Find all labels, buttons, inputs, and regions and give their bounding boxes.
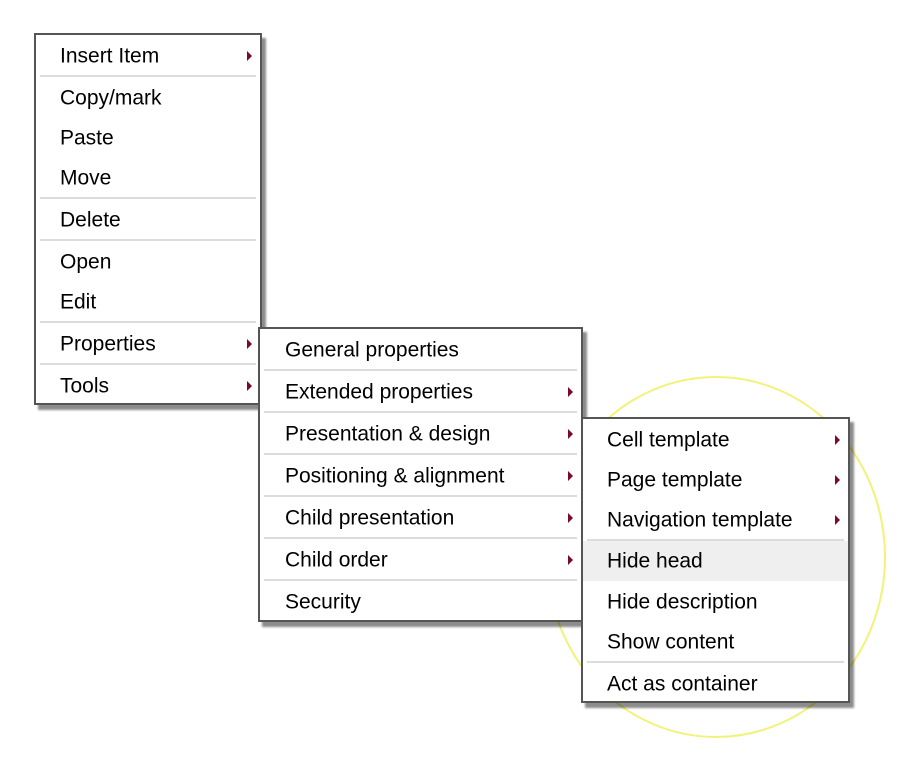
menu-item-copy-mark[interactable]: Copy/mark <box>36 79 260 117</box>
menu-item-page-template[interactable]: Page template <box>583 461 848 499</box>
menu-item-label: Page template <box>607 468 743 492</box>
menu-item-label: Insert Item <box>60 44 160 68</box>
menu-item-cell-template[interactable]: Cell template <box>583 421 848 459</box>
submenu-arrow-icon <box>835 435 840 445</box>
menu-item-label: Child order <box>285 548 388 572</box>
submenu-presentation-design: Cell template Page template Navigation t… <box>581 417 850 703</box>
menu-item-presentation-design[interactable]: Presentation & design <box>260 415 581 453</box>
submenu-arrow-icon <box>568 513 573 523</box>
menu-item-label: Delete <box>60 208 121 232</box>
menu-item-open[interactable]: Open <box>36 243 260 281</box>
menu-item-hide-description[interactable]: Hide description <box>583 583 848 621</box>
menu-separator <box>40 75 256 77</box>
submenu-properties: General properties Extended properties P… <box>258 327 583 622</box>
menu-item-act-as-container[interactable]: Act as container <box>583 665 848 703</box>
menu-item-label: Child presentation <box>285 506 455 530</box>
submenu-arrow-icon <box>835 515 840 525</box>
menu-item-label: Paste <box>60 126 114 150</box>
menu-item-child-presentation[interactable]: Child presentation <box>260 499 581 537</box>
submenu-arrow-icon <box>247 51 252 61</box>
menu-item-label: Security <box>285 590 361 614</box>
menu-item-hide-head[interactable]: Hide head <box>583 541 848 581</box>
menu-item-label: Act as container <box>607 672 758 696</box>
menu-item-show-content[interactable]: Show content <box>583 623 848 661</box>
menu-separator <box>40 197 256 199</box>
context-menu-main: Insert Item Copy/mark Paste Move Delete … <box>34 33 262 405</box>
menu-item-label: Move <box>60 166 112 190</box>
menu-separator <box>264 495 577 497</box>
menu-item-extended-properties[interactable]: Extended properties <box>260 373 581 411</box>
menu-separator <box>40 363 256 365</box>
menu-item-navigation-template[interactable]: Navigation template <box>583 501 848 539</box>
submenu-arrow-icon <box>568 471 573 481</box>
menu-separator <box>264 537 577 539</box>
menu-item-paste[interactable]: Paste <box>36 119 260 157</box>
menu-separator <box>264 453 577 455</box>
menu-item-label: Show content <box>607 630 735 654</box>
menu-separator <box>40 321 256 323</box>
menu-item-child-order[interactable]: Child order <box>260 541 581 579</box>
menu-separator <box>264 369 577 371</box>
menu-separator <box>587 661 844 663</box>
menu-item-label: Open <box>60 250 112 274</box>
menu-item-tools[interactable]: Tools <box>36 367 260 405</box>
submenu-arrow-icon <box>568 387 573 397</box>
submenu-arrow-icon <box>568 429 573 439</box>
menu-item-label: Extended properties <box>285 380 473 404</box>
menu-item-label: Navigation template <box>607 508 793 532</box>
menu-item-label: Cell template <box>607 428 730 452</box>
submenu-arrow-icon <box>247 339 252 349</box>
menu-item-delete[interactable]: Delete <box>36 201 260 239</box>
submenu-arrow-icon <box>835 475 840 485</box>
menu-item-label: Properties <box>60 332 156 356</box>
menu-item-label: Edit <box>60 290 97 314</box>
menu-item-label: Hide description <box>607 590 758 614</box>
menu-separator <box>264 411 577 413</box>
menu-item-edit[interactable]: Edit <box>36 283 260 321</box>
submenu-arrow-icon <box>247 381 252 391</box>
menu-separator <box>40 239 256 241</box>
menu-item-label: Presentation & design <box>285 422 491 446</box>
menu-item-label: Copy/mark <box>60 86 162 110</box>
menu-item-label: Hide head <box>607 549 703 573</box>
menu-item-label: General properties <box>285 338 459 362</box>
menu-item-move[interactable]: Move <box>36 159 260 197</box>
menu-item-label: Tools <box>60 374 110 398</box>
menu-separator <box>264 579 577 581</box>
menu-item-general-properties[interactable]: General properties <box>260 331 581 369</box>
menu-item-positioning-alignment[interactable]: Positioning & alignment <box>260 457 581 495</box>
menu-item-label: Positioning & alignment <box>285 464 505 488</box>
menu-item-insert-item[interactable]: Insert Item <box>36 37 260 75</box>
submenu-arrow-icon <box>568 555 573 565</box>
menu-item-security[interactable]: Security <box>260 583 581 621</box>
menu-item-properties[interactable]: Properties <box>36 325 260 363</box>
